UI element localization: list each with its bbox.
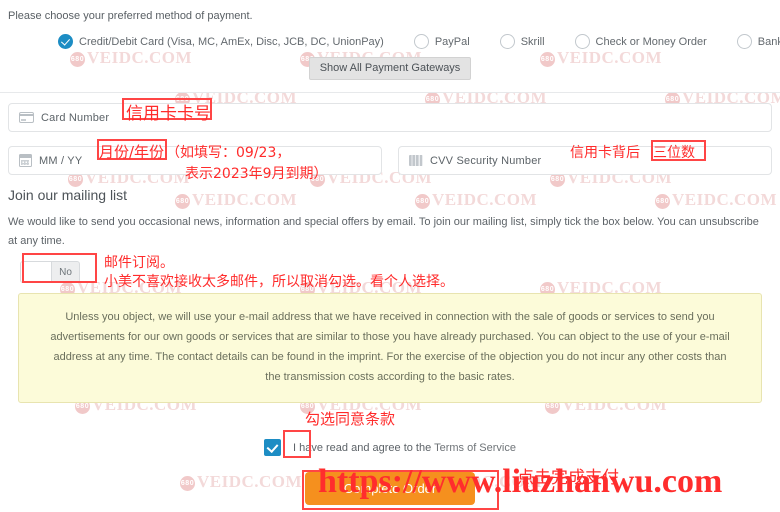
radio-paypal[interactable] xyxy=(413,34,429,49)
terms-checkbox[interactable] xyxy=(264,439,281,456)
checkout-page: Please choose your preferred method of p… xyxy=(0,0,780,505)
cvv-placeholder: CVV Security Number xyxy=(430,154,542,167)
radio-check-money-order[interactable] xyxy=(574,34,590,49)
toggle-knob[interactable] xyxy=(21,262,52,282)
payment-method-label: PayPal xyxy=(434,35,470,48)
card-number-placeholder: Card Number xyxy=(41,111,110,124)
card-number-row: Card Number xyxy=(0,103,780,132)
terms-of-service-link[interactable]: Terms of Service xyxy=(434,442,516,454)
expiry-field[interactable]: MM / YY xyxy=(8,146,382,175)
expiry-cvv-row: MM / YY CVV Security Number xyxy=(0,146,780,175)
mailing-list-section: Join our mailing list We would like to s… xyxy=(0,175,780,251)
payment-method-group: Credit/Debit Card (Visa, MC, AmEx, Disc,… xyxy=(0,22,780,49)
payment-method-paypal[interactable]: PayPal xyxy=(413,34,470,49)
cvv-field[interactable]: CVV Security Number xyxy=(398,146,772,175)
complete-order-button[interactable]: Complete Order xyxy=(305,472,475,505)
mailing-toggle-row: No xyxy=(0,251,780,283)
payment-method-label: Bank Wire Transfer xyxy=(757,35,780,48)
mailing-list-notice: Unless you object, we will use your e-ma… xyxy=(18,293,762,403)
terms-prefix: I have read and agree to the xyxy=(293,441,435,454)
cvv-stripe-icon xyxy=(409,155,423,166)
submit-row: Complete Order xyxy=(0,472,780,505)
radio-credit-card[interactable] xyxy=(58,34,73,49)
mailing-list-heading: Join our mailing list xyxy=(8,187,128,203)
show-all-payment-gateways-button[interactable]: Show All Payment Gateways xyxy=(308,57,472,80)
terms-row: I have read and agree to the Terms of Se… xyxy=(0,439,780,456)
payment-method-credit-card[interactable]: Credit/Debit Card (Visa, MC, AmEx, Disc,… xyxy=(58,34,384,49)
expiry-placeholder: MM / YY xyxy=(39,154,83,167)
radio-skrill[interactable] xyxy=(499,34,515,49)
payment-method-label: Credit/Debit Card (Visa, MC, AmEx, Disc,… xyxy=(79,35,384,48)
credit-card-icon xyxy=(19,112,34,123)
card-number-field[interactable]: Card Number xyxy=(8,103,772,132)
toggle-value-label: No xyxy=(59,266,72,278)
payment-method-label: Skrill xyxy=(520,35,545,48)
show-all-gateways-row: Show All Payment Gateways xyxy=(0,57,780,80)
section-divider xyxy=(0,92,780,93)
payment-method-bank-wire[interactable]: Bank Wire Transfer xyxy=(736,34,780,49)
mailing-list-toggle[interactable]: No xyxy=(20,261,80,283)
payment-intro-text: Please choose your preferred method of p… xyxy=(8,10,253,22)
calendar-icon xyxy=(19,154,32,167)
radio-bank-wire[interactable] xyxy=(736,34,752,49)
payment-method-check-money-order[interactable]: Check or Money Order xyxy=(574,34,707,49)
payment-method-label: Check or Money Order xyxy=(595,35,707,48)
terms-label: I have read and agree to the Terms of Se… xyxy=(293,442,516,454)
mailing-list-body: We would like to send you occasional new… xyxy=(8,216,759,247)
payment-method-skrill[interactable]: Skrill xyxy=(499,34,545,49)
